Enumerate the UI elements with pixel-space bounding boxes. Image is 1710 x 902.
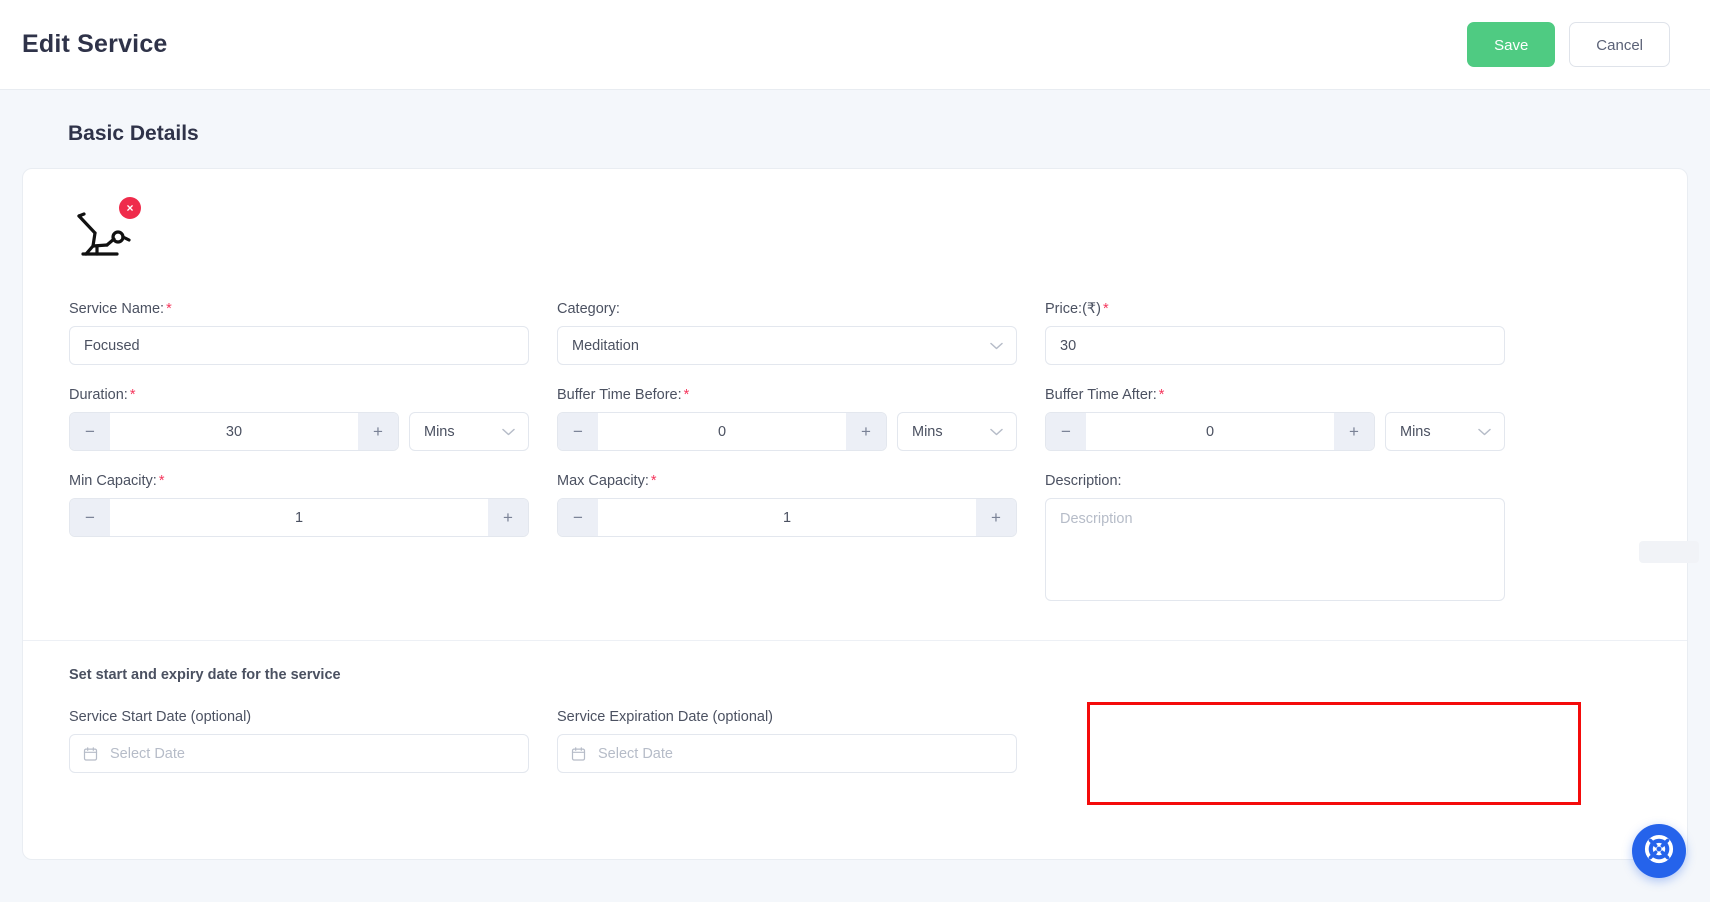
buffer-before-decrement-button[interactable]: − xyxy=(558,413,598,450)
field-service-expiration-date: Service Expiration Date (optional) xyxy=(557,702,1581,805)
buffer-before-label-text: Buffer Time Before: xyxy=(557,387,682,403)
max-capacity-value[interactable]: 1 xyxy=(598,499,976,536)
field-price: Price:(₹) * xyxy=(1045,301,1505,365)
buffer-before-unit-select-wrap xyxy=(897,412,1017,451)
topbar-actions: Save Cancel xyxy=(1467,22,1690,67)
category-label: Category: xyxy=(557,301,620,317)
duration-label-text: Duration: xyxy=(69,387,128,403)
buffer-after-unit-select-wrap xyxy=(1385,412,1505,451)
service-start-date-input[interactable] xyxy=(69,734,529,773)
field-service-start-date: Service Start Date (optional) xyxy=(69,709,529,773)
min-capacity-value[interactable]: 1 xyxy=(110,499,488,536)
card-body: × Service Name:* Category: xyxy=(23,169,1687,606)
buffer-after-increment-button[interactable]: + xyxy=(1334,413,1374,450)
description-label: Description: xyxy=(1045,473,1122,489)
support-help-button[interactable] xyxy=(1632,824,1686,878)
buffer-after-stepper-row: − 0 + xyxy=(1045,412,1505,451)
page-title: Edit Service xyxy=(22,30,168,58)
required-marker: * xyxy=(683,387,690,403)
buffer-before-unit-select[interactable] xyxy=(897,412,1017,451)
service-start-date-label: Service Start Date (optional) xyxy=(69,709,252,725)
buffer-after-unit-select[interactable] xyxy=(1385,412,1505,451)
lifebuoy-help-icon xyxy=(1644,834,1674,869)
required-marker: * xyxy=(1158,387,1165,403)
duration-value[interactable]: 30 xyxy=(110,413,358,450)
cancel-button[interactable]: Cancel xyxy=(1569,22,1670,67)
expiration-date-highlight xyxy=(1087,702,1581,805)
max-capacity-stepper: − 1 + xyxy=(557,498,1017,537)
duration-unit-select[interactable] xyxy=(409,412,529,451)
price-label: Price:(₹) * xyxy=(1045,301,1505,317)
price-input[interactable] xyxy=(1045,326,1505,365)
buffer-before-increment-button[interactable]: + xyxy=(846,413,886,450)
buffer-before-value[interactable]: 0 xyxy=(598,413,846,450)
field-min-capacity: Min Capacity: * − 1 + xyxy=(69,473,529,606)
service-name-label: Service Name: * xyxy=(69,301,529,317)
price-label-text: Price:(₹) xyxy=(1045,301,1101,317)
buffer-after-decrement-button[interactable]: − xyxy=(1046,413,1086,450)
duration-stepper-row: − 30 + xyxy=(69,412,529,451)
service-expiration-date-wrap xyxy=(557,734,1017,773)
top-bar: Edit Service Save Cancel xyxy=(0,0,1710,90)
min-capacity-label: Min Capacity: * xyxy=(69,473,529,489)
form-row-1: Service Name:* Category: Price: xyxy=(69,301,1641,365)
basic-details-card: × Service Name:* Category: xyxy=(22,168,1699,860)
required-marker: * xyxy=(158,473,165,489)
service-start-date-wrap xyxy=(69,734,529,773)
max-capacity-decrement-button[interactable]: − xyxy=(558,499,598,536)
buffer-before-label: Buffer Time Before: * xyxy=(557,387,1017,403)
required-marker: * xyxy=(129,387,136,403)
side-drawer-handle[interactable] xyxy=(1639,541,1699,563)
field-max-capacity: Max Capacity: * − 1 + xyxy=(557,473,1017,606)
field-description: Description: xyxy=(1045,473,1505,606)
date-section-heading: Set start and expiry date for the servic… xyxy=(69,667,341,683)
duration-unit-select-wrap xyxy=(409,412,529,451)
field-buffer-before: Buffer Time Before: * − 0 + xyxy=(557,387,1017,451)
min-capacity-stepper: − 1 + xyxy=(69,498,529,537)
field-service-name: Service Name: * xyxy=(69,301,529,365)
buffer-after-label: Buffer Time After: * xyxy=(1045,387,1505,403)
content-area: Basic Details × Service Name: * Focused … xyxy=(0,90,1710,860)
duration-increment-button[interactable]: + xyxy=(358,413,398,450)
service-name-label-text: Service Name: xyxy=(69,301,165,317)
service-expiration-date-label: Service Expiration Date (optional) xyxy=(557,709,773,725)
duration-stepper: − 30 + xyxy=(69,412,399,451)
max-capacity-label-text: Max Capacity: xyxy=(557,473,649,489)
max-capacity-increment-button[interactable]: + xyxy=(976,499,1016,536)
required-marker: * xyxy=(166,301,172,317)
field-duration: Duration: * − 30 + xyxy=(69,387,529,451)
remove-image-icon[interactable]: × xyxy=(119,197,141,219)
buffer-after-stepper: − 0 + xyxy=(1045,412,1375,451)
date-row: Service Start Date (optional) Select Dat… xyxy=(69,702,1641,805)
form-row-2: Duration: * − 30 + Mins Buffer Time Befo… xyxy=(69,387,1641,451)
service-image: × xyxy=(69,197,155,275)
service-expiration-date-input[interactable] xyxy=(557,734,1017,773)
date-section: Set start and expiry date for the servic… xyxy=(23,641,1687,805)
field-category: Category: xyxy=(557,301,1017,365)
duration-label: Duration: * xyxy=(69,387,529,403)
duration-decrement-button[interactable]: − xyxy=(70,413,110,450)
buffer-before-stepper: − 0 + xyxy=(557,412,887,451)
buffer-before-stepper-row: − 0 + xyxy=(557,412,1017,451)
max-capacity-label: Max Capacity: * xyxy=(557,473,1017,489)
min-capacity-decrement-button[interactable]: − xyxy=(70,499,110,536)
buffer-after-value[interactable]: 0 xyxy=(1086,413,1334,450)
min-capacity-label-text: Min Capacity: xyxy=(69,473,157,489)
buffer-after-label-text: Buffer Time After: xyxy=(1045,387,1157,403)
field-buffer-after: Buffer Time After: * − 0 + xyxy=(1045,387,1505,451)
category-select-wrap xyxy=(557,326,1017,365)
section-title: Basic Details xyxy=(68,122,199,145)
required-marker: * xyxy=(650,473,657,489)
save-button[interactable]: Save xyxy=(1467,22,1556,67)
category-select[interactable] xyxy=(557,326,1017,365)
description-textarea[interactable] xyxy=(1045,498,1505,601)
service-name-input[interactable] xyxy=(69,326,529,365)
form-row-3: Min Capacity: * − 1 + Max Capacity: * − 1 xyxy=(69,473,1641,606)
required-marker: * xyxy=(1102,301,1109,317)
min-capacity-increment-button[interactable]: + xyxy=(488,499,528,536)
